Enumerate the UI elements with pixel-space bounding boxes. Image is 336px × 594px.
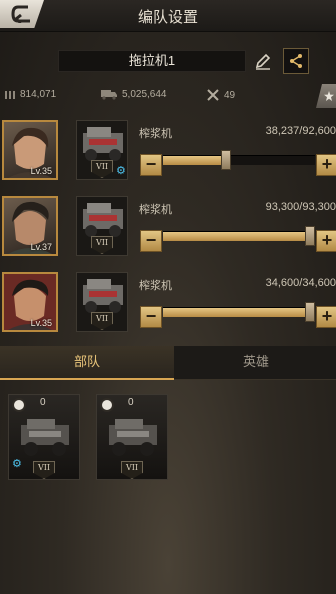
vehicle-name: 榨浆机: [139, 280, 172, 292]
troop-card[interactable]: 0 VII: [96, 394, 168, 480]
slider-thumb[interactable]: [221, 150, 231, 170]
share-icon: [290, 54, 302, 68]
increase-button[interactable]: +: [316, 154, 336, 176]
vehicle-count: 34,600/34,600: [265, 277, 336, 289]
rank-badge: VII: [33, 461, 55, 479]
hero-portrait[interactable]: Lv.35: [2, 272, 58, 332]
edit-name-button[interactable]: [252, 50, 274, 72]
decrease-button[interactable]: −: [140, 230, 162, 252]
tab-heroes[interactable]: 英雄: [176, 346, 336, 380]
tire-icon: [100, 398, 114, 412]
slider-fill: [163, 308, 315, 317]
unit-row: Lv.35 VII ⚙ 榨浆机 38,237/92,600 − +: [0, 120, 336, 186]
star-icon: [324, 91, 334, 101]
hero-level: Lv.35: [30, 318, 52, 328]
slider-fill: [163, 232, 315, 241]
unit-row: Lv.35 VII 榨浆机 34,600/34,600 − +: [0, 272, 336, 338]
formation-name-row: 拖拉机1: [0, 48, 336, 74]
increase-button[interactable]: +: [316, 230, 336, 252]
top-bar: 编队设置: [0, 0, 336, 32]
armored-truck-icon: [21, 419, 69, 456]
unit-row: Lv.37 VII 榨浆机 93,300/93,300 − +: [0, 196, 336, 262]
armored-truck-icon: [109, 419, 157, 456]
gear-icon[interactable]: ⚙: [116, 164, 126, 177]
increase-button[interactable]: +: [316, 306, 336, 328]
load-value: 5,025,644: [122, 88, 167, 100]
wrench-icon: [207, 89, 219, 101]
pencil-icon: [255, 53, 271, 70]
slider-fill: [163, 156, 226, 165]
repair-value: 49: [224, 89, 236, 101]
slider-thumb[interactable]: [305, 226, 315, 246]
troop-quantity: 0: [40, 397, 46, 408]
vehicle-name: 榨浆机: [139, 204, 172, 216]
vehicle-name: 榨浆机: [139, 128, 172, 140]
stats-bar: 814,071 5,025,644 49: [0, 84, 336, 108]
vehicle-slot[interactable]: VII: [76, 196, 128, 256]
ammo-icon: [5, 91, 15, 99]
rank-badge: VII: [121, 461, 143, 479]
armored-truck-icon: [83, 203, 123, 237]
vehicle-count: 38,237/92,600: [265, 125, 336, 137]
quantity-slider[interactable]: [163, 302, 315, 322]
truck-icon: [101, 90, 117, 100]
share-button[interactable]: [283, 48, 309, 74]
tab-bar: 部队 英雄: [0, 346, 336, 380]
quantity-slider[interactable]: [163, 226, 315, 246]
decrease-button[interactable]: −: [140, 154, 162, 176]
armored-truck-icon: [83, 279, 123, 313]
quantity-slider[interactable]: [163, 150, 315, 170]
hero-level: Lv.35: [30, 166, 52, 176]
repair-stat: 49: [206, 88, 235, 102]
decrease-button[interactable]: −: [140, 306, 162, 328]
troops-value: 814,071: [20, 88, 57, 100]
power-badge[interactable]: [316, 84, 336, 108]
tab-troops[interactable]: 部队: [0, 346, 174, 380]
rank-badge: VII: [91, 236, 113, 254]
troop-card[interactable]: 0 ⚙ VII: [8, 394, 80, 480]
armored-truck-icon: [83, 127, 123, 161]
vehicle-count: 93,300/93,300: [265, 201, 336, 213]
formation-name-field[interactable]: 拖拉机1: [58, 50, 246, 72]
slider-thumb[interactable]: [305, 302, 315, 322]
load-stat: 5,025,644: [100, 88, 167, 100]
page-title: 编队设置: [137, 9, 198, 26]
rank-badge: VII: [91, 312, 113, 330]
vehicle-slot[interactable]: VII: [76, 272, 128, 332]
gear-icon[interactable]: ⚙: [12, 457, 22, 470]
troop-quantity: 0: [128, 397, 134, 408]
troops-stat: 814,071: [4, 88, 56, 100]
hero-level: Lv.37: [30, 242, 52, 252]
hero-portrait[interactable]: Lv.35: [2, 120, 58, 180]
tire-icon: [12, 398, 26, 412]
hero-portrait[interactable]: Lv.37: [2, 196, 58, 256]
rank-badge: VII: [91, 160, 113, 178]
